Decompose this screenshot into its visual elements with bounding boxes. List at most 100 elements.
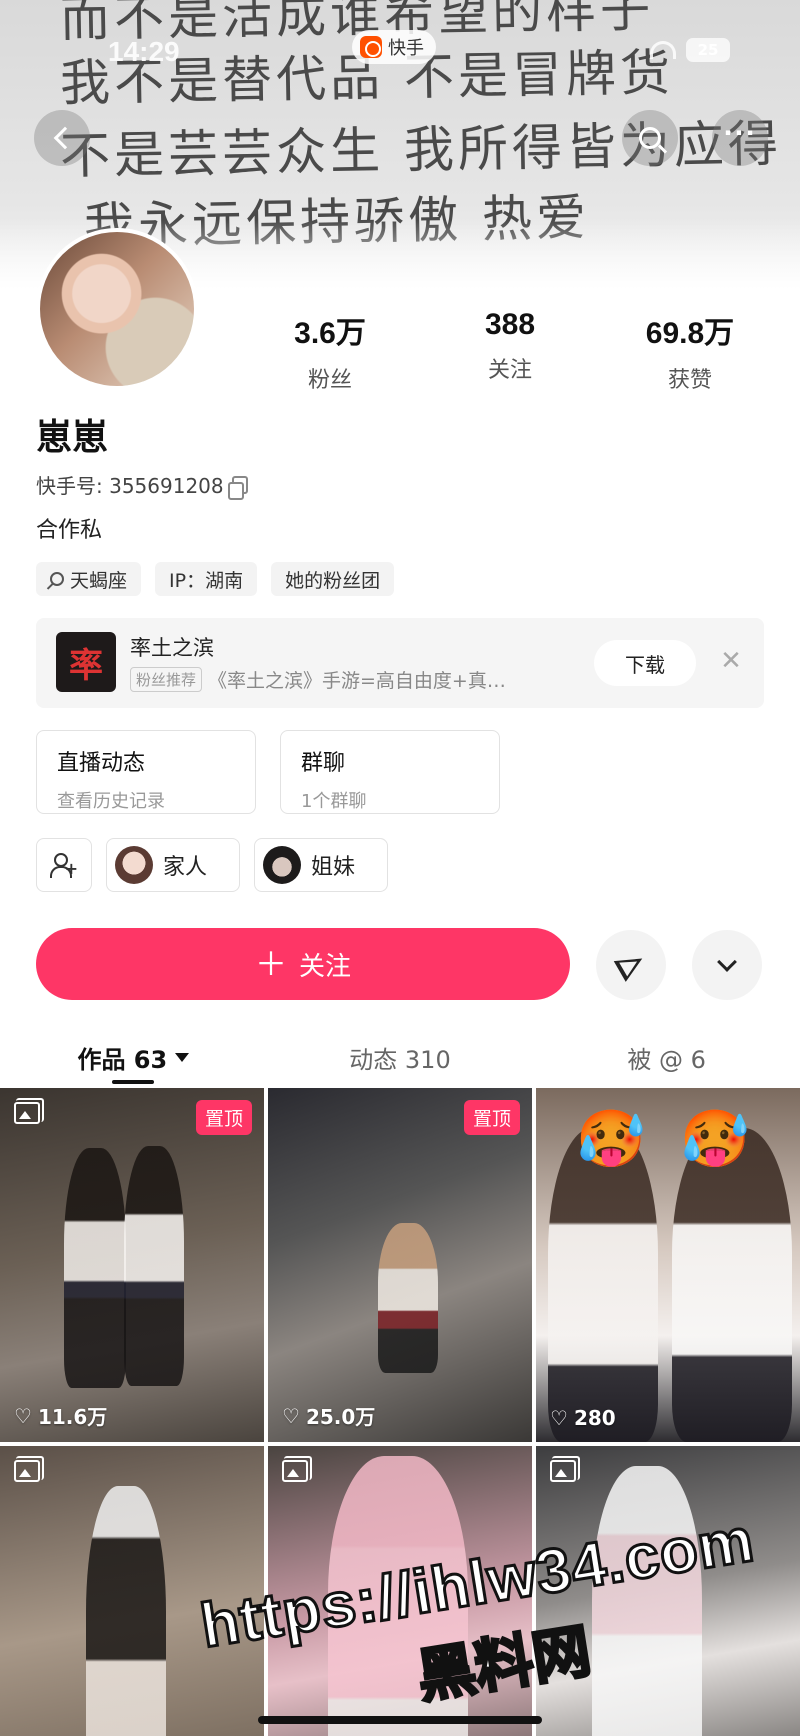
copy-icon[interactable]: [227, 475, 248, 500]
tag-fan-club[interactable]: 她的粉丝团: [271, 562, 395, 596]
stat-likes[interactable]: 69.8万 获赞: [600, 308, 780, 394]
photo-figure: [548, 1128, 658, 1442]
user-id: 快手号: 355691208: [36, 474, 224, 498]
avatar: [115, 846, 153, 884]
heart-icon: ♡: [550, 1406, 568, 1430]
search-icon: [639, 127, 661, 149]
plus-icon: ＋: [254, 946, 287, 982]
kuaishou-logo-icon: [360, 36, 382, 58]
card-title: 直播动态: [57, 751, 146, 776]
follow-button[interactable]: ＋ 关注: [36, 928, 570, 1000]
like-count: ♡ 11.6万: [14, 1401, 107, 1430]
profile-tags: 天蝎座 IP：湖南 她的粉丝团: [36, 562, 395, 596]
group-chat-card[interactable]: 群聊 1个群聊: [280, 730, 500, 814]
battery-icon: 25: [686, 38, 730, 62]
share-button[interactable]: [596, 930, 666, 1000]
chip-label: 姐妹: [311, 855, 356, 880]
tab-label: 作品 63: [77, 1045, 168, 1074]
home-indicator[interactable]: [258, 1716, 542, 1724]
photo-figure: [124, 1146, 184, 1386]
photo-figure: [672, 1128, 792, 1442]
avatar: [263, 846, 301, 884]
card-subtitle: 查看历史记录: [57, 791, 165, 812]
gallery-icon: [282, 1456, 312, 1482]
tab-moments[interactable]: 动态 310: [267, 1024, 534, 1090]
tag-label: IP：湖南: [169, 569, 244, 592]
tag-ip-location: IP：湖南: [155, 562, 258, 596]
caret-down-icon: [175, 1052, 190, 1062]
group-chip-sisters[interactable]: 姐妹: [254, 838, 388, 892]
app-name: 快手: [388, 38, 424, 59]
stat-value: 69.8万: [645, 317, 735, 350]
user-id-row: 快手号: 355691208: [36, 470, 248, 500]
add-user-icon: +: [50, 851, 78, 879]
chevron-down-icon: [717, 952, 737, 972]
more-dots-icon: ···: [723, 119, 757, 147]
download-button[interactable]: 下载: [594, 640, 696, 686]
group-chip-family[interactable]: 家人: [106, 838, 240, 892]
gallery-icon: [14, 1456, 44, 1482]
works-grid: 置顶 ♡ 11.6万 置顶 ♡ 25.0万 🥵 🥵 ♡ 280: [0, 1088, 800, 1736]
photo-figure: [86, 1486, 166, 1736]
profile-stats: 3.6万 粉丝 388 关注 69.8万 获赞: [240, 308, 780, 394]
post-tile[interactable]: 🥵 🥵 ♡ 280: [536, 1088, 800, 1442]
tab-works[interactable]: 作品 63: [0, 1024, 267, 1090]
ad-subtitle: 粉丝推荐 《率土之滨》手游=高自由度+真…: [130, 666, 506, 693]
more-button[interactable]: ···: [712, 110, 768, 166]
content-tabs: 作品 63 动态 310 被 @ 6: [0, 1024, 800, 1090]
ad-title: 率土之滨: [130, 636, 214, 660]
stat-value: 388: [484, 308, 536, 341]
search-button[interactable]: [622, 110, 678, 166]
stat-label: 获赞: [667, 368, 712, 393]
close-icon[interactable]: ✕: [716, 646, 746, 676]
card-title: 群聊: [301, 751, 346, 776]
ad-card[interactable]: 率 率土之滨 粉丝推荐 《率土之滨》手游=高自由度+真… 下载 ✕: [36, 618, 764, 708]
gallery-icon: [550, 1456, 580, 1482]
photo-figure: [592, 1466, 702, 1736]
stat-label: 关注: [487, 358, 532, 383]
system-status-icons: 25: [650, 38, 730, 62]
photo-figure: [64, 1148, 126, 1388]
app-indicator: 快手: [352, 30, 436, 64]
send-icon: [613, 948, 649, 982]
stat-followers[interactable]: 3.6万 粉丝: [240, 308, 420, 394]
search-tag-icon: [50, 572, 64, 586]
post-tile[interactable]: 置顶 ♡ 11.6万: [0, 1088, 264, 1442]
like-count: ♡ 25.0万: [282, 1401, 375, 1430]
expand-button[interactable]: [692, 930, 762, 1000]
card-subtitle: 1个群聊: [301, 791, 367, 812]
like-count-value: 25.0万: [305, 1405, 376, 1429]
tab-label: 被 @ 6: [627, 1045, 706, 1074]
heart-icon: ♡: [282, 1403, 300, 1428]
post-tile[interactable]: 置顶 ♡ 25.0万: [268, 1088, 532, 1442]
heart-icon: ♡: [14, 1403, 32, 1428]
pinned-badge: 置顶: [195, 1100, 252, 1135]
profile-bio: 合作私: [36, 518, 103, 543]
back-chevron-icon: [53, 126, 77, 150]
profile-name: 崽崽: [36, 417, 109, 458]
face-sticker-icon: 🥵: [576, 1107, 646, 1172]
follow-label: 关注: [299, 950, 352, 981]
gallery-icon: [14, 1098, 44, 1124]
tab-mentions[interactable]: 被 @ 6: [533, 1024, 800, 1090]
chip-label: 家人: [163, 855, 208, 880]
ad-description: 《率土之滨》手游=高自由度+真…: [208, 670, 506, 692]
tag-label: 她的粉丝团: [285, 569, 381, 592]
wifi-icon: [650, 41, 676, 59]
game-logo-icon: 率: [56, 632, 116, 692]
tab-label: 动态 310: [349, 1045, 451, 1074]
back-button[interactable]: [34, 110, 90, 166]
tag-zodiac[interactable]: 天蝎座: [36, 562, 142, 596]
add-friend-button[interactable]: +: [36, 838, 92, 892]
stat-value: 3.6万: [294, 317, 366, 350]
tag-label: 天蝎座: [70, 569, 128, 592]
photo-figure: [378, 1223, 438, 1373]
face-sticker-icon: 🥵: [680, 1107, 750, 1172]
status-time: 14:29: [108, 36, 180, 67]
pinned-badge: 置顶: [463, 1100, 520, 1135]
like-count-value: 11.6万: [37, 1405, 108, 1429]
live-history-card[interactable]: 直播动态 查看历史记录: [36, 730, 256, 814]
stat-following[interactable]: 388 关注: [420, 308, 600, 394]
like-count-value: 280: [573, 1406, 616, 1430]
profile-avatar[interactable]: [36, 228, 198, 390]
